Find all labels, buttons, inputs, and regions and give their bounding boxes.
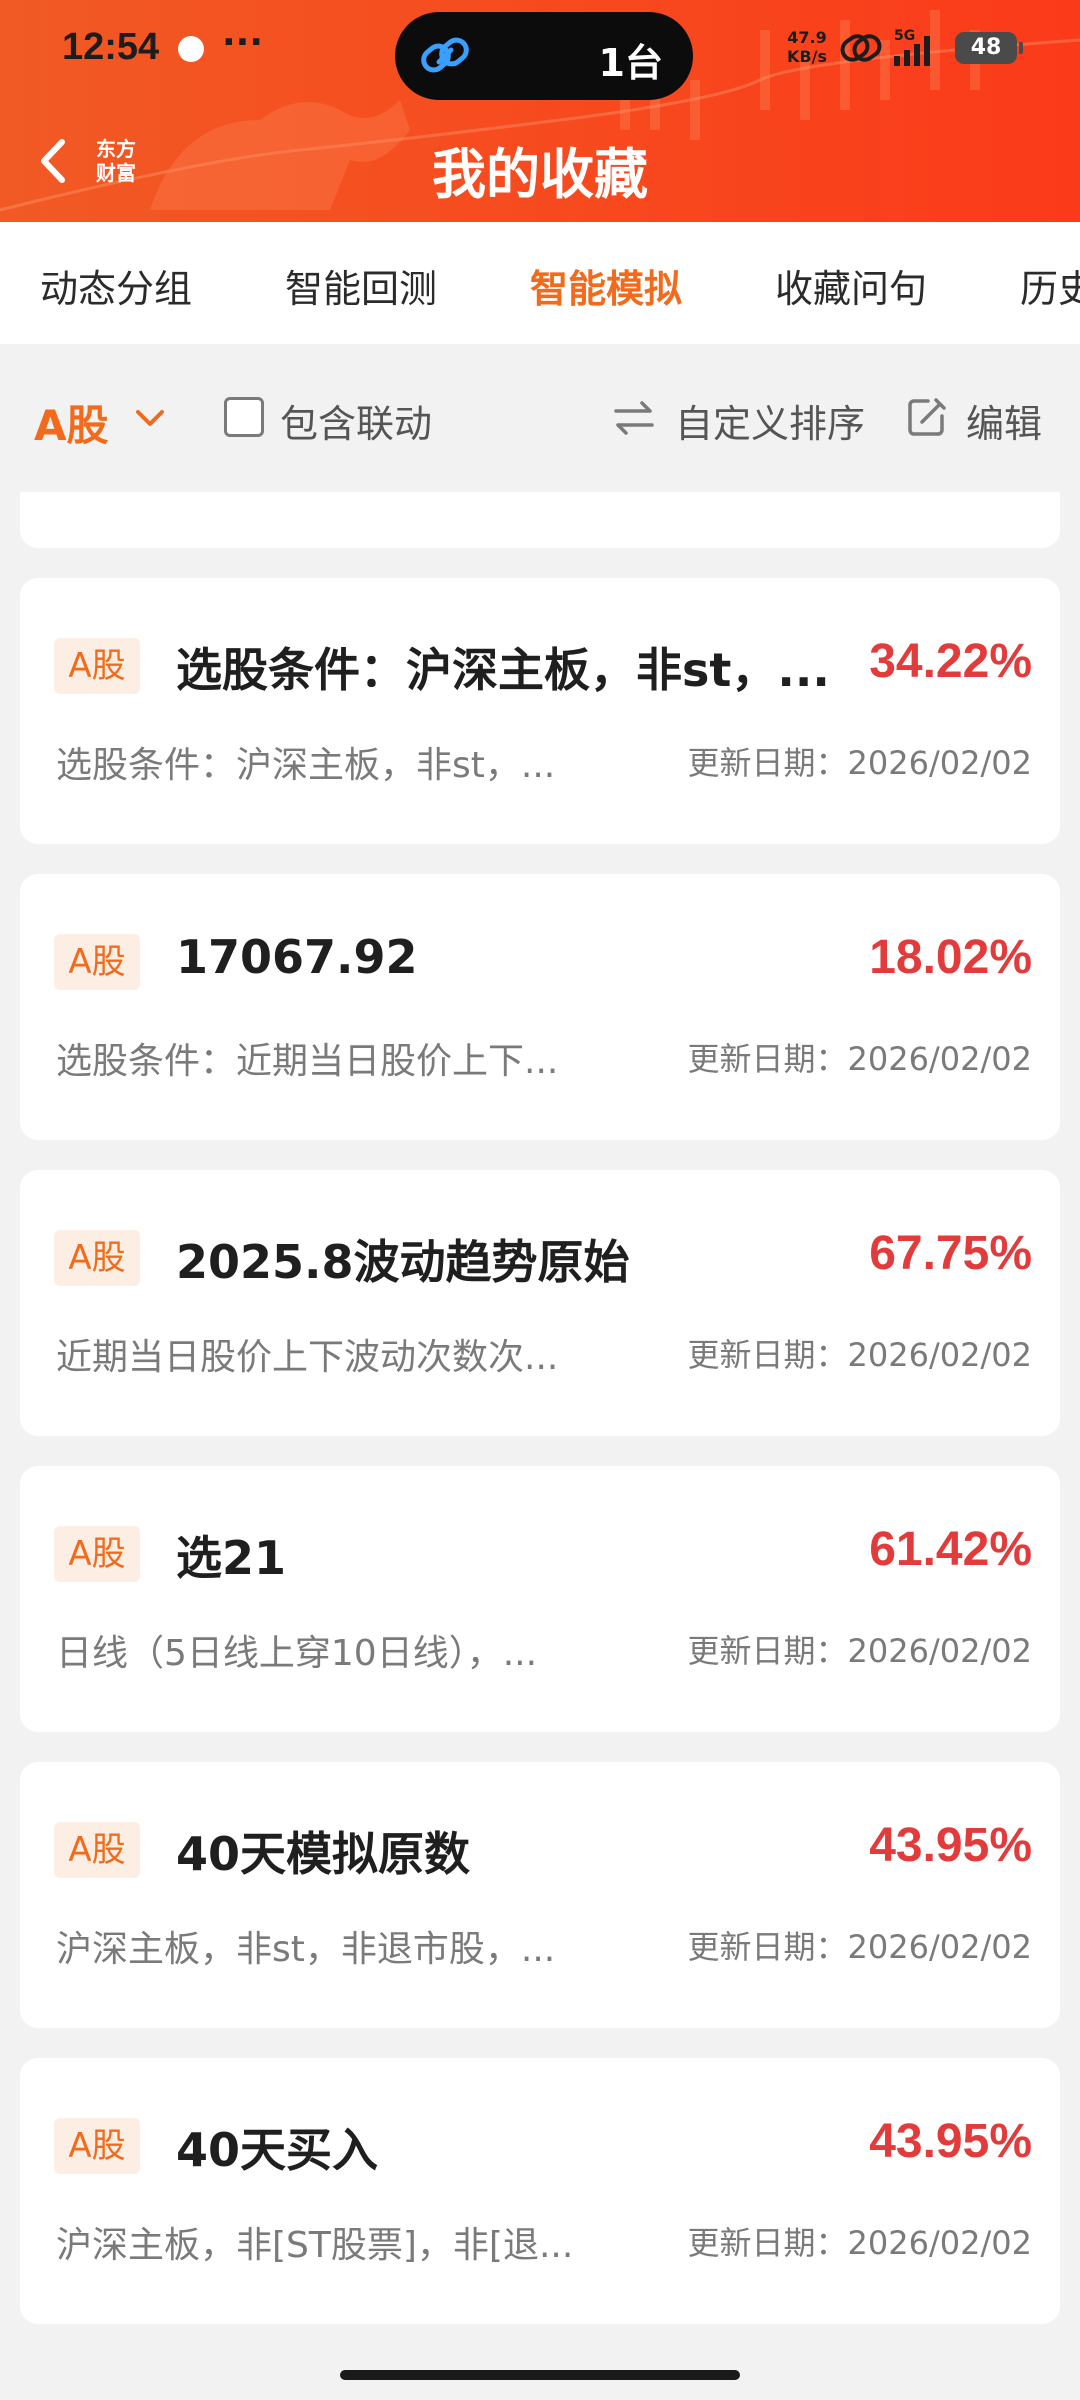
tab-history[interactable]: 历史: [1020, 258, 1080, 313]
tab-bar: 动态分组 智能回测 智能模拟 收藏问句 历史: [0, 222, 1080, 344]
item-return: 43.95%: [869, 2115, 1032, 2168]
item-update-date: 更新日期：2026/02/02: [687, 1928, 1032, 1966]
status-bar: 12:54 ··· 1台 47.9 KB/s 5G 48: [0, 0, 1080, 100]
header: 12:54 ··· 1台 47.9 KB/s 5G 48 东方 财富 我的收藏: [0, 0, 1080, 222]
market-badge: A股: [54, 1230, 140, 1286]
list-item[interactable]: A股 2025.8波动趋势原始 67.75% 近期当日股价上下波动次数次... …: [20, 1170, 1060, 1436]
item-title: 40天买入: [176, 2123, 379, 2177]
list-item[interactable]: A股 选股条件：沪深主板，非st，... 34.22% 选股条件：沪深主板，非s…: [20, 578, 1060, 844]
network-type-label: 5G: [894, 28, 915, 44]
battery-indicator: 48: [955, 32, 1023, 64]
item-description: 选股条件：沪深主板，非st，...: [56, 745, 556, 786]
item-return: 43.95%: [869, 1819, 1032, 1872]
network-speed-unit: KB/s: [787, 47, 827, 66]
page-title: 我的收藏: [432, 143, 648, 206]
item-description: 沪深主板，非[ST股票]，非[退...: [56, 2225, 574, 2266]
tab-smart-backtest[interactable]: 智能回测: [285, 258, 437, 313]
tab-smart-simulation[interactable]: 智能模拟: [530, 258, 682, 313]
chevron-down-icon[interactable]: [134, 406, 166, 430]
filter-row: A股 包含联动 自定义排序 编辑: [0, 344, 1080, 492]
item-description: 沪深主板，非st，非退市股，...: [56, 1929, 556, 1970]
item-update-date: 更新日期：2026/02/02: [687, 1040, 1032, 1078]
status-more: ···: [222, 22, 264, 63]
item-return: 67.75%: [869, 1227, 1032, 1280]
list-item[interactable]: A股 40天模拟原数 43.95% 沪深主板，非st，非退市股，... 更新日期…: [20, 1762, 1060, 2028]
market-badge: A股: [54, 638, 140, 694]
item-description: 日线（5日线上穿10日线），...: [56, 1633, 538, 1674]
list-item[interactable]: A股 17067.92 18.02% 选股条件：近期当日股价上下... 更新日期…: [20, 874, 1060, 1140]
list-item[interactable]: A股 40天买入 43.95% 沪深主板，非[ST股票]，非[退... 更新日期…: [20, 2058, 1060, 2324]
item-title: 40天模拟原数: [176, 1827, 471, 1881]
tab-dynamic-groups[interactable]: 动态分组: [40, 258, 192, 313]
item-return: 61.42%: [869, 1523, 1032, 1576]
title-bar: 东方 财富 我的收藏: [0, 100, 1080, 222]
item-update-date: 更新日期：2026/02/02: [687, 1336, 1032, 1374]
item-update-date: 更新日期：2026/02/02: [687, 2224, 1032, 2262]
notification-dot-icon: [178, 36, 204, 62]
item-update-date: 更新日期：2026/02/02: [687, 1632, 1032, 1670]
item-title: 选21: [176, 1531, 287, 1585]
signal-icons: 5G: [840, 28, 930, 66]
custom-sort-button[interactable]: 自定义排序: [675, 393, 865, 448]
market-badge: A股: [54, 1822, 140, 1878]
market-badge: A股: [54, 1526, 140, 1582]
item-title: 2025.8波动趋势原始: [176, 1235, 630, 1289]
dynamic-island[interactable]: 1台: [395, 12, 693, 100]
home-indicator[interactable]: [340, 2370, 740, 2380]
status-time: 12:54: [62, 26, 160, 68]
market-dropdown[interactable]: A股: [34, 392, 109, 453]
item-title: 选股条件：沪深主板，非st，...: [176, 643, 830, 697]
list-item-partial[interactable]: [20, 492, 1060, 548]
market-badge: A股: [54, 934, 140, 990]
item-return: 34.22%: [869, 635, 1032, 688]
item-title: 17067.92: [176, 930, 418, 984]
item-update-date: 更新日期：2026/02/02: [687, 744, 1032, 782]
edit-button[interactable]: 编辑: [966, 393, 1042, 448]
include-linked-checkbox[interactable]: [224, 397, 264, 437]
network-speed-value: 47.9: [787, 28, 827, 47]
item-description: 近期当日股价上下波动次数次...: [56, 1337, 559, 1378]
network-speed: 47.9 KB/s: [787, 28, 827, 66]
link-icon: [421, 37, 469, 73]
item-description: 选股条件：近期当日股价上下...: [56, 1041, 559, 1082]
cast-device-count: 1台: [598, 41, 663, 85]
sort-arrows-icon[interactable]: [612, 400, 656, 436]
list-item[interactable]: A股 选21 61.42% 日线（5日线上穿10日线），... 更新日期：202…: [20, 1466, 1060, 1732]
edit-icon[interactable]: [906, 396, 948, 438]
item-return: 18.02%: [869, 931, 1032, 984]
tab-saved-questions[interactable]: 收藏问句: [775, 258, 927, 313]
market-badge: A股: [54, 2118, 140, 2174]
include-linked-label[interactable]: 包含联动: [280, 393, 432, 448]
